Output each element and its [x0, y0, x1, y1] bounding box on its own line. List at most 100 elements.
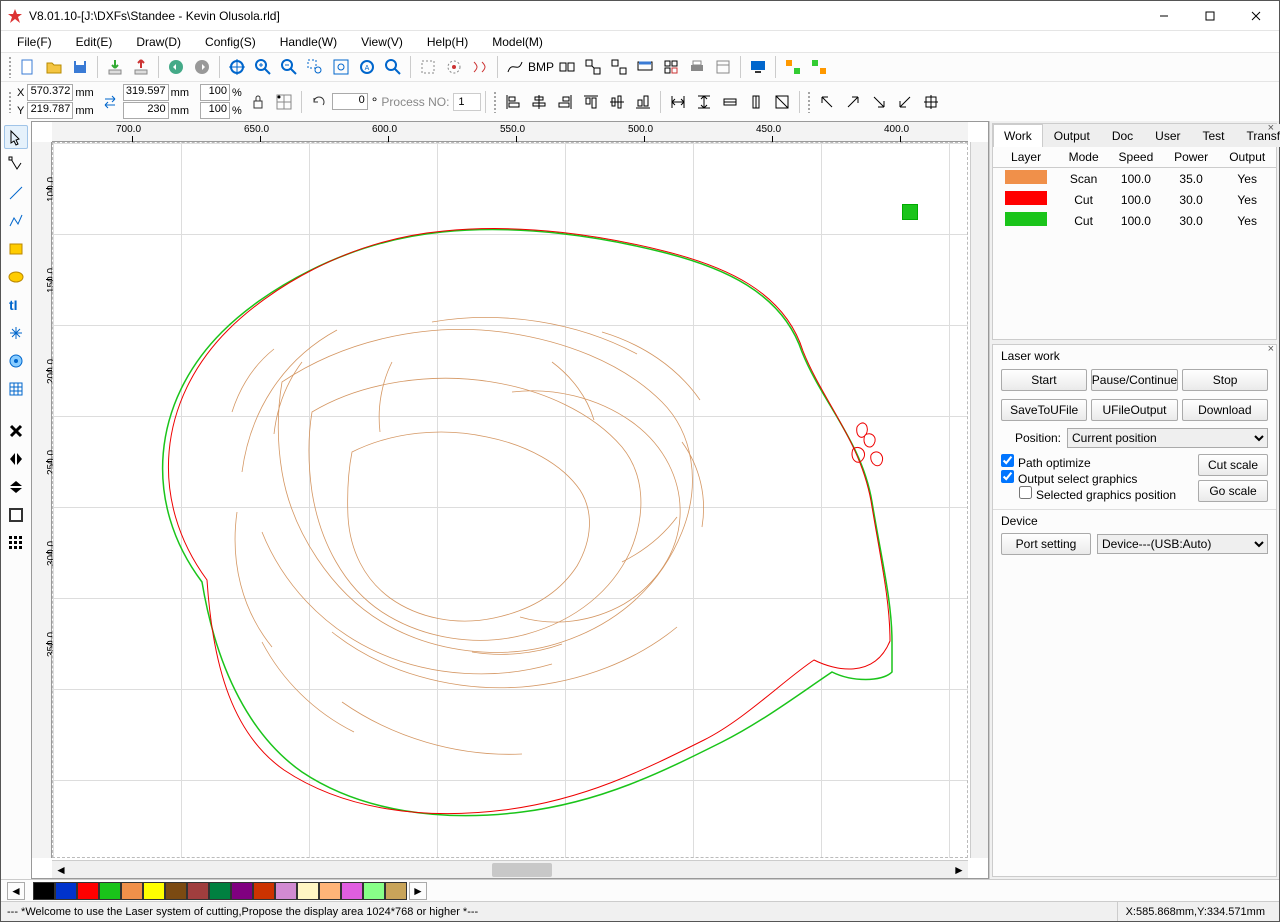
same-size-icon[interactable]: [770, 90, 794, 114]
layer-row[interactable]: Cut100.030.0Yes: [993, 210, 1276, 231]
horizontal-scrollbar[interactable]: ◄ ►: [52, 860, 968, 878]
import-icon[interactable]: [103, 55, 127, 79]
same-height-icon[interactable]: [744, 90, 768, 114]
menu-handle[interactable]: Handle(W): [268, 33, 349, 51]
bmp-icon[interactable]: BMP: [529, 55, 553, 79]
vertical-scrollbar[interactable]: [970, 142, 988, 858]
color-swatch[interactable]: [385, 882, 407, 900]
menu-help[interactable]: Help(H): [415, 33, 480, 51]
x-input[interactable]: 570.372: [27, 84, 73, 101]
dist-h-right-icon[interactable]: [553, 90, 577, 114]
canvas-area[interactable]: 700.0 650.0 600.0 550.0 500.0 450.0 400.…: [31, 121, 989, 879]
redo-icon[interactable]: [190, 55, 214, 79]
rect-tool-icon[interactable]: [4, 237, 28, 261]
polyline-tool-icon[interactable]: [4, 209, 28, 233]
node-edit-icon[interactable]: [4, 153, 28, 177]
space-h-icon[interactable]: [666, 90, 690, 114]
panel-close-icon[interactable]: ×: [1268, 122, 1274, 134]
layer-row[interactable]: Cut100.030.0Yes: [993, 189, 1276, 210]
y-input[interactable]: 219.787: [27, 102, 73, 119]
process-input[interactable]: [453, 93, 481, 111]
new-file-icon[interactable]: [16, 55, 40, 79]
text-tool-icon[interactable]: tI: [4, 293, 28, 317]
arrow-br-icon[interactable]: [867, 90, 891, 114]
color-swatch[interactable]: [231, 882, 253, 900]
menu-draw[interactable]: Draw(D): [124, 33, 193, 51]
same-width-icon[interactable]: [718, 90, 742, 114]
undo-icon[interactable]: [164, 55, 188, 79]
color-swatch[interactable]: [209, 882, 231, 900]
scroll-right-icon[interactable]: ►: [950, 861, 968, 879]
zoom-actual-icon[interactable]: [381, 55, 405, 79]
color-swatch[interactable]: [77, 882, 99, 900]
color-swatch[interactable]: [99, 882, 121, 900]
point-tool-icon[interactable]: [4, 321, 28, 345]
close-button[interactable]: [1233, 1, 1279, 31]
align-page-icon[interactable]: [4, 503, 28, 527]
color-swatch[interactable]: [297, 882, 319, 900]
array-icon[interactable]: [659, 55, 683, 79]
pan-icon[interactable]: [225, 55, 249, 79]
align-group-icon[interactable]: [555, 55, 579, 79]
color-map1-icon[interactable]: [781, 55, 805, 79]
stop-button[interactable]: Stop: [1182, 369, 1268, 391]
height-input[interactable]: 230: [123, 102, 169, 119]
panel-close-icon[interactable]: ×: [1268, 343, 1274, 355]
ungroup-icon[interactable]: [607, 55, 631, 79]
curve-icon[interactable]: [503, 55, 527, 79]
tab-test[interactable]: Test: [1192, 124, 1236, 147]
color-swatch[interactable]: [143, 882, 165, 900]
preview-icon[interactable]: [468, 55, 492, 79]
monitor-icon[interactable]: [746, 55, 770, 79]
swap-xy-icon[interactable]: [98, 90, 122, 114]
delete-tool-icon[interactable]: [4, 419, 28, 443]
select-tool-icon[interactable]: [4, 125, 28, 149]
arrow-tl-icon[interactable]: [815, 90, 839, 114]
rotate-icon[interactable]: [307, 90, 331, 114]
port-setting-button[interactable]: Port setting: [1001, 533, 1091, 555]
line-tool-icon[interactable]: [4, 181, 28, 205]
start-button[interactable]: Start: [1001, 369, 1087, 391]
download-button[interactable]: Download: [1182, 399, 1268, 421]
color-swatch[interactable]: [187, 882, 209, 900]
color-swatch[interactable]: [55, 882, 77, 900]
zoom-fit-icon[interactable]: [329, 55, 353, 79]
group-icon[interactable]: [581, 55, 605, 79]
tab-work[interactable]: Work: [993, 124, 1043, 147]
menu-edit[interactable]: Edit(E): [64, 33, 125, 51]
menu-config[interactable]: Config(S): [193, 33, 268, 51]
mirror-v-icon[interactable]: [4, 475, 28, 499]
rotate-input[interactable]: 0: [332, 93, 368, 110]
capture-tool-icon[interactable]: [4, 349, 28, 373]
zoom-selection-icon[interactable]: [303, 55, 327, 79]
tab-output[interactable]: Output: [1043, 124, 1101, 147]
palette-next-icon[interactable]: ►: [409, 882, 427, 900]
lock-aspect-icon[interactable]: [246, 90, 270, 114]
scalex-input[interactable]: 100: [200, 84, 230, 101]
menu-model[interactable]: Model(M): [480, 33, 555, 51]
zoom-all-icon[interactable]: A: [355, 55, 379, 79]
width-input[interactable]: 319.597: [123, 84, 169, 101]
center-icon[interactable]: [919, 90, 943, 114]
menu-view[interactable]: View(V): [349, 33, 415, 51]
color-swatch[interactable]: [165, 882, 187, 900]
export-icon[interactable]: [129, 55, 153, 79]
scaley-input[interactable]: 100: [200, 102, 230, 119]
color-swatch[interactable]: [253, 882, 275, 900]
maximize-button[interactable]: [1187, 1, 1233, 31]
pause-button[interactable]: Pause/Continue: [1091, 369, 1178, 391]
dist-h-left-icon[interactable]: [501, 90, 525, 114]
go-scale-button[interactable]: Go scale: [1198, 480, 1268, 502]
dist-v-top-icon[interactable]: [579, 90, 603, 114]
color-map2-icon[interactable]: [807, 55, 831, 79]
zoom-in-icon[interactable]: [251, 55, 275, 79]
ellipse-tool-icon[interactable]: [4, 265, 28, 289]
tab-doc[interactable]: Doc: [1101, 124, 1144, 147]
scroll-left-icon[interactable]: ◄: [52, 861, 70, 879]
color-swatch[interactable]: [341, 882, 363, 900]
anchor-grid-icon[interactable]: [272, 90, 296, 114]
color-swatch[interactable]: [275, 882, 297, 900]
layer-row[interactable]: Scan100.035.0Yes: [993, 168, 1276, 190]
selected-pos-checkbox[interactable]: Selected graphics position: [1019, 488, 1176, 502]
color-swatch[interactable]: [33, 882, 55, 900]
